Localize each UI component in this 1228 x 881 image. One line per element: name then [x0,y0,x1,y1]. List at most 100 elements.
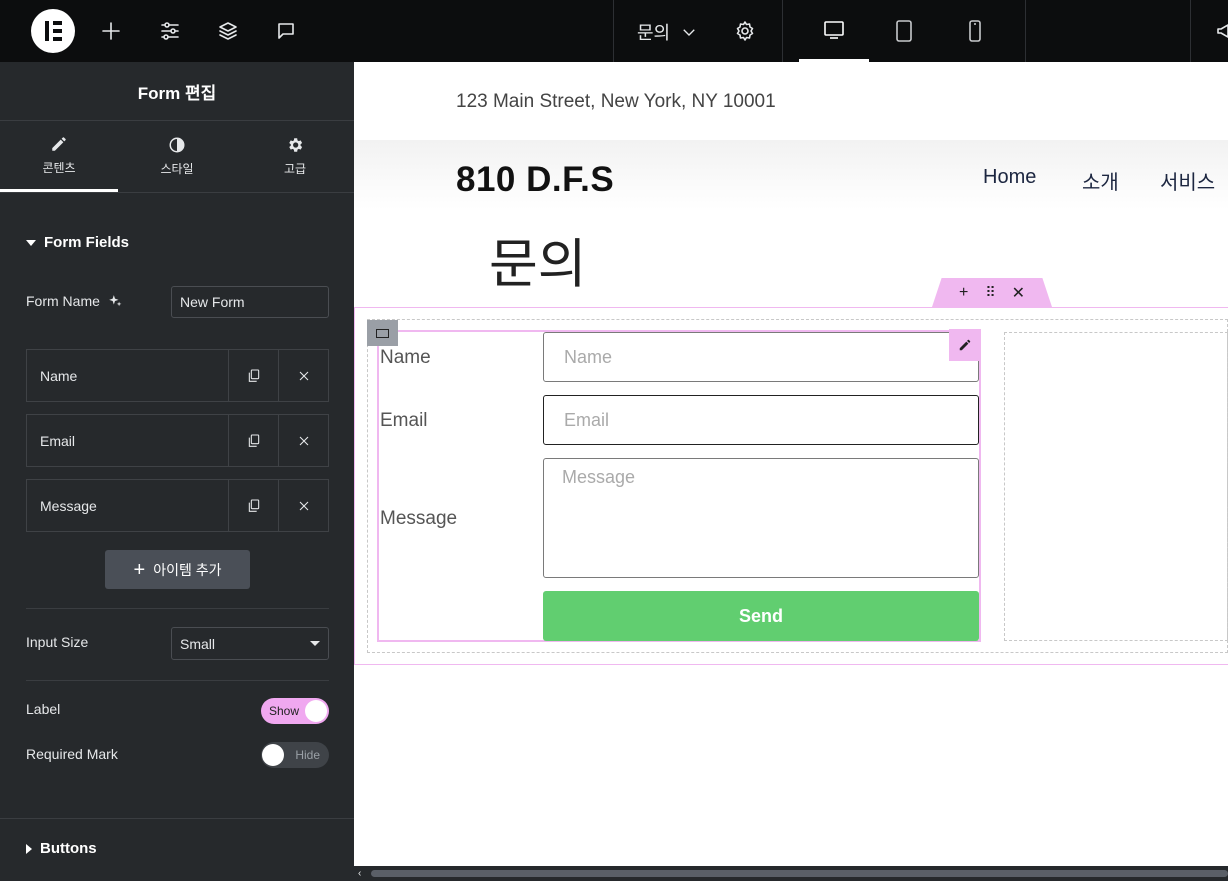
chevron-down-icon [683,29,695,36]
caret-down-icon [26,239,36,246]
field-item-title[interactable]: Name [27,350,228,401]
buttons-title: Buttons [40,840,97,857]
form-fields-title: Form Fields [44,234,130,251]
tab-style[interactable]: 스타일 [118,121,236,192]
empty-column[interactable] [1004,332,1228,641]
tab-advanced-label: 고급 [283,162,307,176]
copy-icon [248,498,259,512]
required-toggle-text: Hide [295,748,320,762]
topbar-divider [1190,0,1191,62]
form-fields-section-toggle[interactable]: Form Fields [26,234,129,251]
device-tablet-button[interactable] [869,0,939,62]
panel-title: Form 편집 [0,62,354,121]
required-mark-toggle[interactable]: Hide [261,742,329,768]
close-icon [299,501,308,510]
toggle-knob [262,744,284,766]
scrollbar-thumb[interactable] [371,870,1228,877]
input-size-label: Input Size [26,634,89,650]
label-toggle-text: Show [269,704,300,718]
canvas-horizontal-scrollbar[interactable]: ‹ [354,866,1228,881]
section-handle: + ⠿ ✕ [932,278,1052,307]
page-settings-icon[interactable] [733,19,757,43]
editor-panel: Form 편집 콘텐츠 스타일 고급 Form Fields Form Name… [0,62,354,881]
buttons-section-toggle[interactable]: Buttons [26,840,97,857]
label-toggle[interactable]: Show [261,698,329,724]
input-size-select[interactable]: Small [171,627,329,660]
device-desktop-button[interactable] [799,0,869,62]
desktop-icon [824,20,844,39]
device-mobile-button[interactable] [940,0,1010,62]
buttons-section: Buttons [0,818,354,881]
elementor-logo-icon[interactable] [31,9,75,53]
panel-divider [26,608,329,609]
column-icon [376,328,389,338]
page-selector[interactable]: 문의 [637,19,698,45]
comments-icon[interactable] [274,19,298,43]
site-settings-icon[interactable] [158,19,182,43]
form-label-message: Message [380,508,458,529]
tab-style-label: 스타일 [160,162,194,176]
field-item-title[interactable]: Email [27,415,228,466]
editor-topbar: 문의 [0,0,1228,62]
pencil-icon [52,136,66,151]
form-textarea-message[interactable]: Message [543,458,979,578]
caret-right-icon [26,843,32,854]
form-input-name[interactable]: Name [543,332,979,382]
nav-services[interactable]: 서비스 [1160,166,1215,195]
add-item-button[interactable]: + 아이템 추가 [105,550,250,589]
add-element-icon[interactable] [99,19,123,43]
form-name-label-row: Form Name [26,293,122,309]
topbar-divider [613,0,614,62]
promotion-icon[interactable] [1214,19,1228,43]
scroll-left-icon[interactable]: ‹ [358,868,361,879]
caret-down-icon [310,641,320,646]
form-input-email[interactable]: Email [543,395,979,445]
panel-tabs: 콘텐츠 스타일 고급 [0,121,354,193]
header-address: 123 Main Street, New York, NY 10001 [456,91,776,112]
duplicate-field-button[interactable] [228,350,278,401]
copy-icon [248,368,259,382]
mobile-icon [969,20,981,42]
input-size-value: Small [180,635,216,652]
remove-field-button[interactable] [278,480,328,531]
form-label-name: Name [380,347,431,368]
ai-sparkle-icon[interactable] [108,294,122,308]
gear-icon [289,138,303,152]
half-circle-icon [169,137,185,153]
label-setting-label: Label [26,701,61,717]
plus-icon: + [133,558,146,581]
column-handle[interactable] [367,320,398,346]
site-brand[interactable]: 810 D.F.S [456,160,614,200]
field-item-email[interactable]: Email [26,414,329,467]
remove-field-button[interactable] [278,350,328,401]
tab-content[interactable]: 콘텐츠 [0,121,118,192]
add-section-icon[interactable]: + [959,284,968,302]
pencil-icon [959,339,971,351]
tab-advanced[interactable]: 고급 [236,121,354,192]
remove-field-button[interactable] [278,415,328,466]
nav-home[interactable]: Home [983,166,1036,189]
required-mark-label: Required Mark [26,746,118,762]
drag-handle-icon[interactable]: ⠿ [985,284,995,301]
send-button[interactable]: Send [543,591,979,641]
layers-icon[interactable] [216,19,240,43]
field-item-message[interactable]: Message [26,479,329,532]
page-selector-label: 문의 [637,23,671,43]
panel-divider [26,680,329,681]
preview-canvas: 123 Main Street, New York, NY 10001 810 … [354,62,1228,866]
form-name-label: Form Name [26,293,100,309]
field-item-title[interactable]: Message [27,480,228,531]
form-name-input[interactable]: New Form [171,286,329,318]
topbar-divider [782,0,783,62]
tab-content-label: 콘텐츠 [42,160,76,175]
edit-widget-button[interactable] [949,329,981,361]
delete-section-icon[interactable]: ✕ [1012,283,1025,303]
close-icon [299,436,308,445]
tablet-icon [896,20,912,42]
topbar-divider [1025,0,1026,62]
copy-icon [248,433,259,447]
duplicate-field-button[interactable] [228,415,278,466]
duplicate-field-button[interactable] [228,480,278,531]
nav-about[interactable]: 소개 [1082,166,1119,195]
field-item-name[interactable]: Name [26,349,329,402]
